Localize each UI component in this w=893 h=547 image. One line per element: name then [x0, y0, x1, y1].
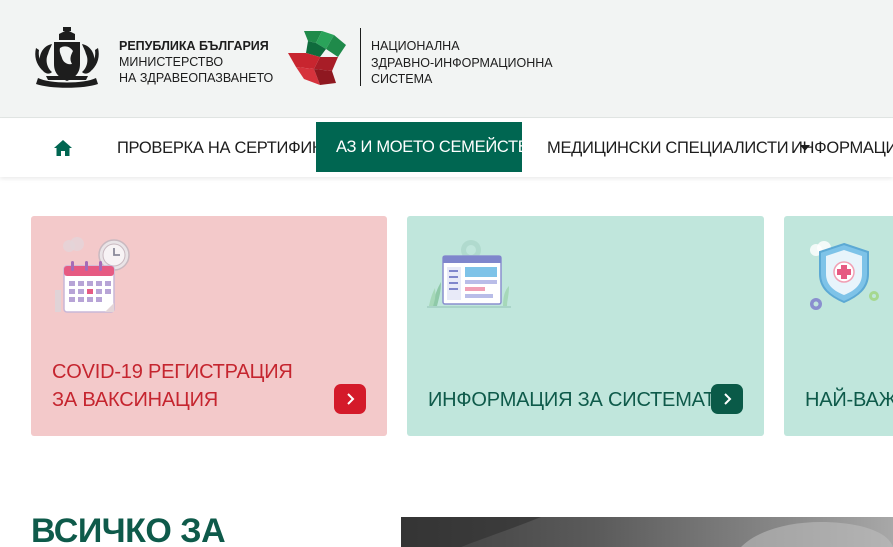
main-navigation: ПРОВЕРКА НА СЕРТИФИКАТ АЗ И МОЕТО СЕМЕЙС…: [0, 119, 893, 177]
header-divider: [360, 28, 361, 86]
section-title: ВСИЧКО ЗА: [31, 512, 226, 547]
home-icon: [54, 140, 72, 156]
arrow-right-button[interactable]: [334, 384, 366, 414]
system-line-2: ЗДРАВНО-ИНФОРМАЦИОННА: [371, 55, 553, 70]
nav-item-information[interactable]: ИНФОРМАЦИЯ: [791, 119, 893, 177]
system-name[interactable]: НАЦИОНАЛНА ЗДРАВНО-ИНФОРМАЦИОННА СИСТЕМА: [371, 38, 553, 88]
coat-of-arms-icon[interactable]: [30, 26, 104, 90]
card-covid-registration[interactable]: COVID-19 РЕГИСТРАЦИЯ ЗА ВАКСИНАЦИЯ: [31, 216, 387, 436]
nav-home[interactable]: [52, 119, 74, 177]
nav-item-me-and-family[interactable]: АЗ И МОЕТО СЕМЕЙСТВО: [316, 122, 567, 172]
card-system-information[interactable]: ИНФОРМАЦИЯ ЗА СИСТЕМАТА: [407, 216, 764, 436]
system-line-1: НАЦИОНАЛНА: [371, 39, 460, 53]
photo-detail: [401, 517, 893, 547]
site-header: РЕПУБЛИКА БЪЛГАРИЯ МИНИСТЕРСТВО НА ЗДРАВ…: [0, 0, 893, 118]
card-most-important[interactable]: НАЙ-ВАЖНО: [784, 216, 893, 436]
nav-item-label: МЕДИЦИНСКИ СПЕЦИАЛИСТИ: [547, 138, 789, 157]
ministry-line-2: МИНИСТЕРСТВО: [119, 55, 224, 69]
chevron-right-icon: [724, 393, 732, 405]
nav-item-label: АЗ И МОЕТО СЕМЕЙСТВО: [336, 137, 541, 156]
section-photo: [401, 517, 893, 547]
shield-medical-icon: [810, 241, 879, 310]
nav-item-certificate-check[interactable]: ПРОВЕРКА НА СЕРТИФИКАТ: [117, 119, 341, 177]
card-title: НАЙ-ВАЖНО: [805, 389, 893, 411]
nhis-logo-icon[interactable]: [286, 27, 352, 89]
chevron-right-icon: [347, 393, 355, 405]
card-title: ИНФОРМАЦИЯ ЗА СИСТЕМАТА: [428, 389, 728, 411]
ministry-line-1: РЕПУБЛИКА БЪЛГАРИЯ: [119, 39, 269, 53]
nav-item-label: ПРОВЕРКА НА СЕРТИФИКАТ: [117, 138, 341, 157]
arrow-right-button[interactable]: [711, 384, 743, 414]
calendar-clock-icon: [55, 237, 130, 313]
nav-item-label: ИНФОРМАЦИЯ: [791, 138, 893, 157]
system-line-3: СИСТЕМА: [371, 72, 433, 86]
ministry-line-3: НА ЗДРАВЕОПАЗВАНЕТО: [119, 71, 274, 85]
ministry-name[interactable]: РЕПУБЛИКА БЪЛГАРИЯ МИНИСТЕРСТВО НА ЗДРАВ…: [119, 38, 273, 86]
card-title: COVID-19 РЕГИСТРАЦИЯ ЗА ВАКСИНАЦИЯ: [52, 361, 293, 411]
system-window-icon: [427, 240, 511, 308]
nav-item-medical-specialists[interactable]: МЕДИЦИНСКИ СПЕЦИАЛИСТИ: [547, 119, 811, 177]
